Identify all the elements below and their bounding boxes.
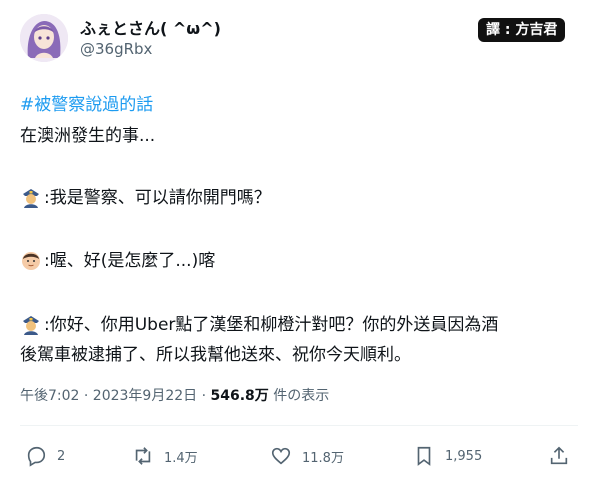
bookmark-icon: [417, 446, 431, 466]
tweet-line-3-text: :喔、好(是怎麼了...)喀: [44, 251, 216, 271]
hashtag-link[interactable]: #被警察說過的話: [20, 90, 153, 115]
tweet-line-5: 後駕車被逮捕了、所以我幫他送來、祝你今天順利。: [20, 345, 411, 365]
tweet-line-2-text: :我是警察、可以請你開門嗎？: [44, 188, 271, 208]
share-icon: [550, 446, 568, 465]
translator-watermark: 譯 : 方吉君: [478, 18, 566, 42]
tweet-line-1: 在澳洲發生的事...: [20, 126, 156, 146]
tweet-line-4: :你好、你用Uber點了漢堡和柳橙汁對吧？你的外送員因為酒: [20, 310, 498, 335]
tweet-meta: 午後7:02 · 2023年9月22日 · 546.8万 件の表示: [20, 385, 329, 405]
author-handle[interactable]: @36gRbx: [80, 40, 152, 58]
retweet-count: 1.4万: [164, 450, 198, 466]
bookmark-count: 1,955: [445, 448, 483, 464]
reply-icon: [27, 446, 46, 467]
divider: [20, 425, 578, 426]
retweet-icon: [135, 447, 151, 465]
author-name[interactable]: ふぇとさん( ^ω^): [80, 15, 221, 39]
tweet-line-2: :我是警察、可以請你開門嗎？: [20, 183, 271, 208]
tweet-line-4-text: :你好、你用Uber點了漢堡和柳橙汁對吧？你的外送員因為酒: [44, 315, 499, 335]
share-button[interactable]: [548, 445, 580, 467]
avatar[interactable]: [20, 14, 68, 62]
reply-button[interactable]: 2: [25, 445, 65, 467]
police-officer-icon: [23, 316, 39, 335]
view-count: 546.8万: [210, 388, 269, 404]
reply-count: 2: [57, 448, 66, 464]
man-face-icon: [22, 252, 40, 270]
tweet-line-3: :喔、好(是怎麼了...)喀: [20, 246, 215, 271]
bookmark-button[interactable]: 1,955: [413, 445, 482, 467]
police-officer-icon: [23, 189, 39, 208]
timestamp[interactable]: 午後7:02 · 2023年9月22日 ·: [20, 388, 211, 404]
retweet-button[interactable]: 1.4万: [132, 445, 198, 467]
like-count: 11.8万: [302, 450, 344, 466]
like-button[interactable]: 11.8万: [270, 445, 344, 467]
heart-icon: [271, 447, 291, 465]
view-label: 件の表示: [268, 388, 330, 404]
